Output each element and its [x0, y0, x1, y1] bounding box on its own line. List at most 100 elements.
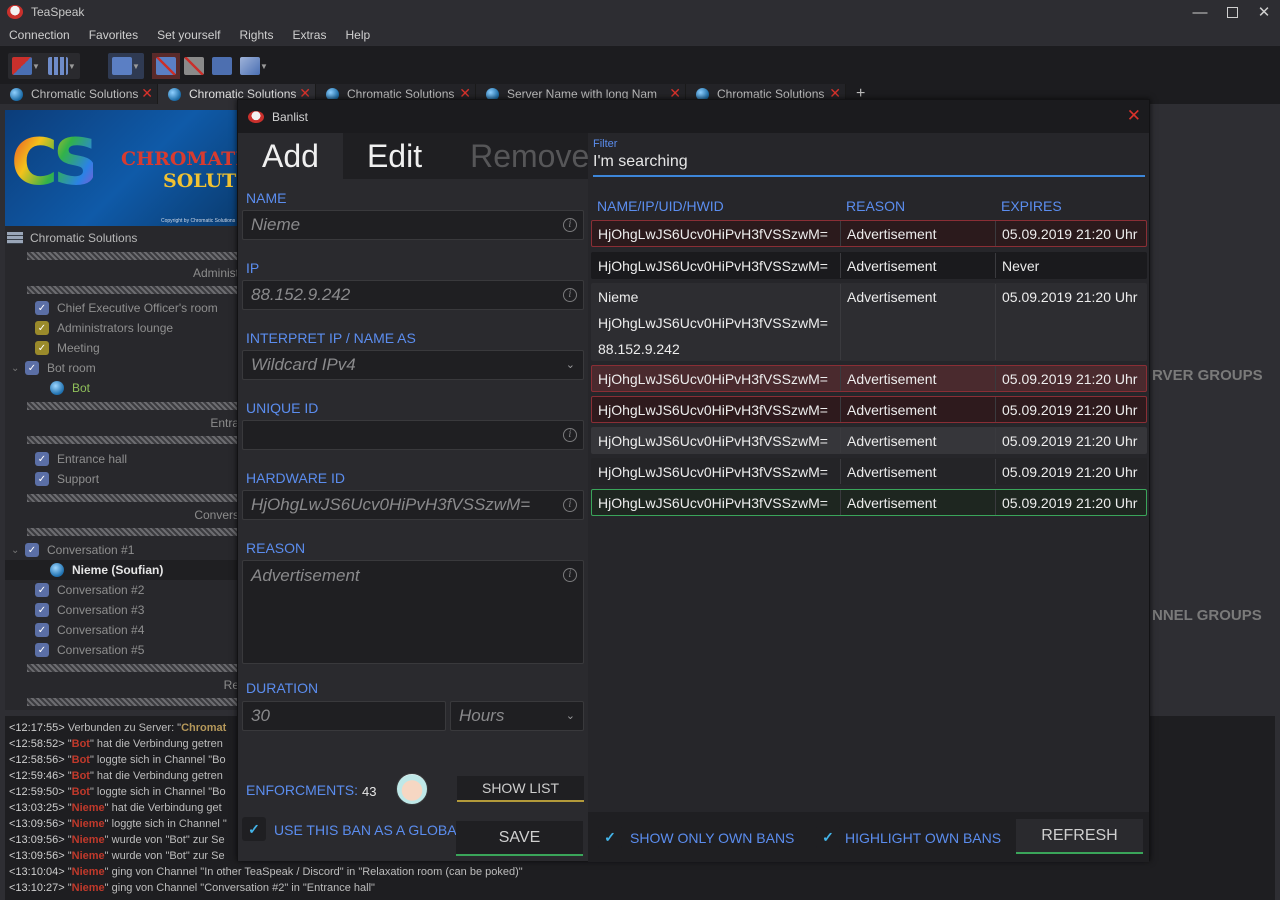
table-row[interactable]: HjOhgLwJS6Ucv0HiPvH3fVSSzwM= Advertiseme… — [591, 252, 1147, 279]
col-name[interactable]: NAME/IP/UID/HWID — [591, 198, 840, 218]
channel-item[interactable]: ✓ Meeting — [5, 338, 100, 358]
server-tab[interactable]: Chromatic Solutions ✕ — [0, 84, 158, 104]
spacer-bar — [27, 664, 239, 672]
table-row[interactable]: Nieme HjOhgLwJS6Ucv0HiPvH3fVSSzwM= 88.15… — [591, 283, 1147, 361]
log-line: <12:59:50> "Bot" loggte sich in Channel … — [9, 786, 226, 798]
checkmark-icon: ✓ — [822, 828, 834, 845]
tab-edit[interactable]: Edit — [342, 133, 447, 179]
channel-item[interactable]: ⌄ ✓ Bot room — [5, 358, 96, 378]
table-row[interactable]: HjOhgLwJS6Ucv0HiPvH3fVSSzwM= Advertiseme… — [591, 365, 1147, 392]
channel-item[interactable]: ✓ Conversation #5 — [5, 640, 144, 660]
table-row[interactable]: HjOhgLwJS6Ucv0HiPvH3fVSSzwM= Advertiseme… — [591, 220, 1147, 247]
server-entry[interactable]: Chromatic Solutions — [5, 228, 137, 248]
spacer-bar — [27, 252, 239, 260]
channel-item[interactable]: ✓ Administrators lounge — [5, 318, 173, 338]
away-button[interactable] — [108, 53, 136, 79]
global-ban-checkbox[interactable]: ✓ — [242, 817, 266, 841]
channel-item[interactable]: ✓ Conversation #3 — [5, 600, 144, 620]
teaspeak-logo-icon — [7, 5, 23, 19]
client-item[interactable]: Nieme (Soufian) — [5, 560, 239, 580]
channel-item[interactable]: ✓ Chief Executive Officer's room — [5, 298, 218, 318]
maximize-button[interactable] — [1216, 0, 1248, 24]
subscribe-button[interactable] — [208, 53, 236, 79]
col-expires[interactable]: EXPIRES — [995, 198, 1145, 218]
window-controls: — ✕ — [1184, 0, 1280, 24]
menu-extras[interactable]: Extras — [283, 28, 336, 42]
filter-label: Filter — [593, 138, 618, 150]
row-name: HjOhgLwJS6Ucv0HiPvH3fVSSzwM= — [592, 397, 841, 422]
maximize-icon — [1226, 6, 1238, 18]
uid-input[interactable]: i — [242, 420, 584, 450]
spacer-entrance-label: Entra — [210, 416, 239, 430]
channel-item[interactable]: ✓ Conversation #2 — [5, 580, 144, 600]
globe-icon — [168, 87, 181, 101]
tab-add[interactable]: Add — [238, 133, 343, 179]
tools-button[interactable] — [236, 53, 264, 79]
reason-placeholder: Advertisement — [251, 566, 360, 585]
interpret-select[interactable]: Wildcard IPv4 ⌄ — [242, 350, 584, 380]
channel-item[interactable]: ✓ Support — [5, 469, 99, 489]
col-reason[interactable]: REASON — [840, 198, 995, 218]
spacer-bar — [27, 698, 239, 706]
menu-favorites[interactable]: Favorites — [80, 28, 148, 42]
table-row[interactable]: HjOhgLwJS6Ucv0HiPvH3fVSSzwM= Advertiseme… — [591, 396, 1147, 423]
banner-text-2: SOLUTIONS — [163, 170, 239, 192]
menu-connection[interactable]: Connection — [0, 28, 80, 42]
dialog-title: Banlist — [272, 109, 309, 124]
show-list-button[interactable]: SHOW LIST — [457, 776, 584, 802]
speaker-muted-icon — [184, 57, 204, 75]
refresh-button[interactable]: REFRESH — [1016, 819, 1143, 854]
close-icon: ✕ — [1257, 4, 1271, 21]
channel-icon: ✓ — [35, 452, 49, 466]
menu-rights[interactable]: Rights — [230, 28, 283, 42]
mute-microphone-button[interactable] — [152, 53, 180, 79]
log-line: <13:03:25> "Nieme" hat die Verbindung ge… — [9, 802, 222, 814]
enforcements-label: ENFORCMENTS: — [246, 782, 358, 798]
close-window-button[interactable]: ✕ — [1248, 0, 1280, 24]
checkmark-icon: ✓ — [248, 820, 260, 837]
log-line: <13:10:27> "Nieme" ging von Channel "Con… — [9, 882, 375, 894]
mute-speaker-button[interactable] — [180, 53, 208, 79]
channel-item[interactable]: ✓ Entrance hall — [5, 449, 127, 469]
save-button[interactable]: SAVE — [456, 821, 583, 856]
ip-input[interactable]: 88.152.9.242 i — [242, 280, 584, 310]
filter-input[interactable]: I'm searching — [593, 152, 1145, 177]
table-row[interactable]: HjOhgLwJS6Ucv0HiPvH3fVSSzwM= Advertiseme… — [591, 458, 1147, 485]
channel-item[interactable]: ⌄ ✓ Conversation #1 — [5, 540, 134, 560]
list-footer: ✓ SHOW ONLY OWN BANS ✓ HIGHLIGHT OWN BAN… — [588, 812, 1149, 862]
channel-item[interactable]: ✓ Conversation #4 — [5, 620, 144, 640]
bookmarks-button[interactable] — [44, 53, 72, 79]
minimize-button[interactable]: — — [1184, 0, 1216, 24]
duration-unit-select[interactable]: Hours ⌄ — [450, 701, 584, 731]
chevron-down-icon[interactable]: ⌄ — [11, 363, 21, 374]
client-label: Nieme (Soufian) — [72, 563, 164, 577]
log-line: <13:09:56> "Nieme" loggte sich in Channe… — [9, 818, 227, 830]
name-label: NAME — [246, 190, 287, 206]
client-icon — [50, 381, 64, 395]
close-tab-icon[interactable]: ✕ — [141, 85, 153, 102]
show-own-bans-checkbox[interactable]: ✓ — [598, 825, 622, 849]
row-expires: 05.09.2019 21:20 Uhr — [1002, 464, 1138, 480]
menu-set-yourself[interactable]: Set yourself — [148, 28, 230, 42]
close-dialog-button[interactable]: ✕ — [1127, 106, 1141, 126]
hwid-input[interactable]: HjOhgLwJS6Ucv0HiPvH3fVSSzwM= i — [242, 490, 584, 520]
app-title: TeaSpeak — [31, 5, 85, 19]
chevron-down-icon[interactable]: ⌄ — [11, 545, 21, 556]
connect-button[interactable] — [8, 53, 36, 79]
reason-textarea[interactable]: Advertisement i — [242, 560, 584, 664]
channel-icon: ✓ — [35, 583, 49, 597]
duration-input[interactable]: 30 — [242, 701, 446, 731]
hwid-label: HARDWARE ID — [246, 470, 346, 486]
table-row[interactable]: HjOhgLwJS6Ucv0HiPvH3fVSSzwM= Advertiseme… — [591, 489, 1147, 516]
tab-label: Chromatic Solutions — [31, 87, 139, 101]
name-input[interactable]: Nieme i — [242, 210, 584, 240]
highlight-own-bans-checkbox[interactable]: ✓ — [816, 825, 840, 849]
menu-help[interactable]: Help — [336, 28, 380, 42]
channel-groups-label: NNEL GROUPS — [1152, 607, 1262, 624]
log-line: <12:17:55> Verbunden zu Server: "Chromat — [9, 722, 227, 734]
table-row[interactable]: HjOhgLwJS6Ucv0HiPvH3fVSSzwM= Advertiseme… — [591, 427, 1147, 454]
client-item[interactable]: Bot — [5, 378, 90, 398]
spacer-bar — [27, 436, 239, 444]
channel-tree: CS CHROMATIC SOLUTIONS Copyright by Chro… — [5, 110, 239, 710]
row-reason: Advertisement — [841, 221, 996, 246]
